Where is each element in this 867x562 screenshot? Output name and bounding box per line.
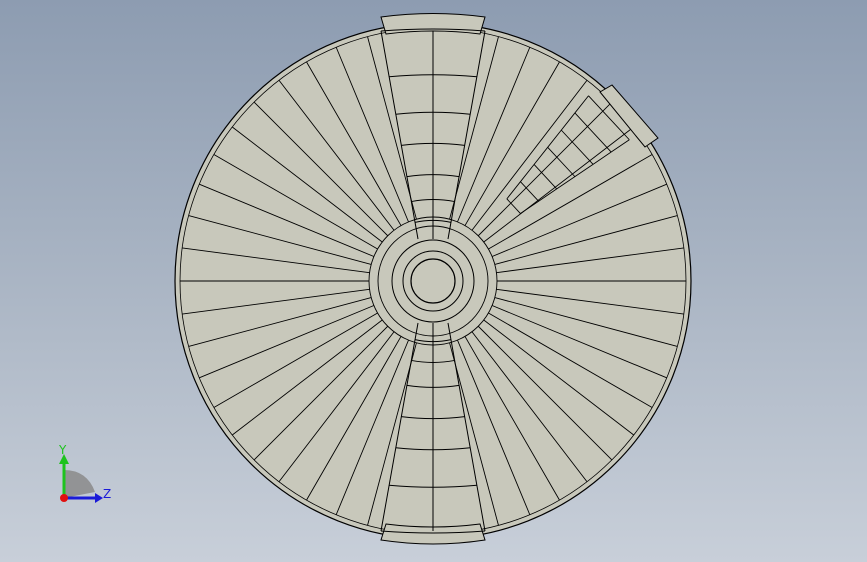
model-viewport[interactable] [0, 0, 867, 562]
y-axis-label: Y [58, 443, 67, 457]
x-axis-dot [60, 494, 68, 502]
z-axis-arrow [95, 493, 103, 503]
triad-plane [64, 470, 95, 498]
circular-grille-model[interactable] [174, 13, 692, 545]
orientation-triad: Y Z [58, 443, 111, 503]
hub-center [410, 258, 456, 304]
z-axis-label: Z [103, 487, 111, 501]
top-tab [380, 13, 486, 35]
